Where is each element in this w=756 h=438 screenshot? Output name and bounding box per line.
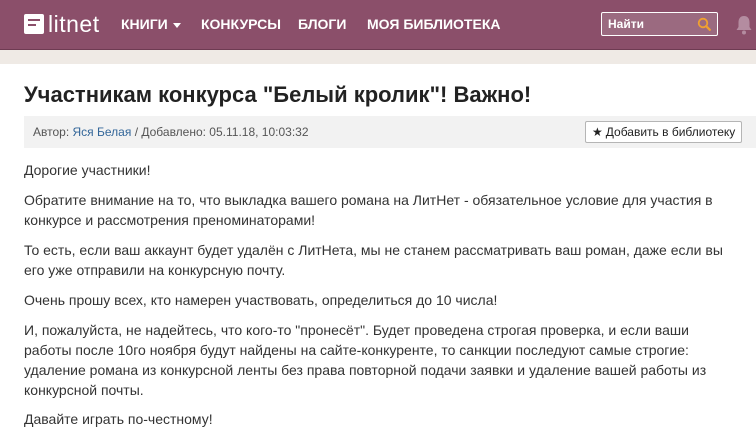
chevron-down-icon (172, 22, 181, 28)
add-to-library-button[interactable]: ★ Добавить в библиотеку (585, 121, 743, 143)
author-link[interactable]: Яся Белая (73, 125, 132, 139)
book-icon (24, 14, 44, 34)
article-paragraph: И, пожалуйста, не надейтесь, что кого-то… (24, 322, 707, 398)
article-paragraph: Давайте играть по-честному! (24, 411, 213, 427)
top-navbar: litnet КНИГИ КОНКУРСЫ БЛОГИ МОЯ БИБЛИОТЕ… (0, 0, 756, 50)
add-to-library-label: Добавить в библиотеку (605, 125, 736, 139)
article-paragraph: Обратите внимание на то, что выкладка ва… (24, 192, 713, 228)
logo-text: litnet (48, 10, 100, 37)
article-paragraph: Очень прошу всех, кто намерен участвоват… (24, 292, 498, 308)
nav-contests[interactable]: КОНКУРСЫ (201, 0, 281, 49)
nav-my-library[interactable]: МОЯ БИБЛИОТЕКА (367, 0, 500, 49)
nav-blogs[interactable]: БЛОГИ (298, 0, 346, 49)
article-meta: Автор: Яся Белая / Добавлено: 05.11.18, … (24, 116, 756, 148)
site-logo[interactable]: litnet (24, 10, 100, 38)
article-paragraph: Дорогие участники! (24, 162, 151, 178)
article-container: Участникам конкурса "Белый кролик"! Важн… (0, 64, 756, 438)
nav-books-label: КНИГИ (121, 16, 168, 32)
search-box (601, 12, 718, 36)
page-title: Участникам конкурса "Белый кролик"! Важн… (24, 82, 532, 107)
bell-icon[interactable] (734, 14, 754, 36)
nav-books[interactable]: КНИГИ (121, 0, 181, 49)
added-date: / Добавлено: 05.11.18, 10:03:32 (134, 125, 309, 139)
author-prefix: Автор: (33, 125, 70, 139)
article-paragraph: То есть, если ваш аккаунт будет удалён с… (24, 242, 723, 278)
search-input[interactable] (602, 13, 692, 35)
search-icon[interactable] (697, 17, 711, 31)
star-icon: ★ (592, 125, 603, 139)
meta-line: Автор: Яся Белая / Добавлено: 05.11.18, … (33, 125, 309, 139)
